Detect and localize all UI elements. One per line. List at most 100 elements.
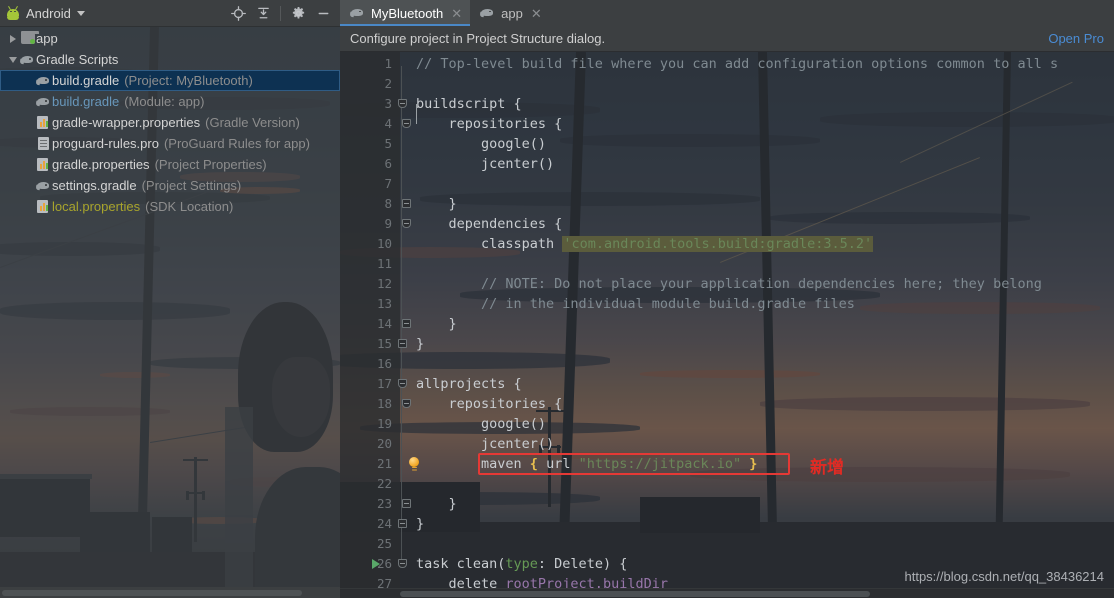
code-line-14[interactable]: }: [416, 314, 457, 334]
notification-message: Configure project in Project Structure d…: [350, 31, 605, 46]
code-line-3[interactable]: buildscript {: [416, 94, 522, 114]
editor-gutter[interactable]: 1234567891011121314151617181920212223242…: [340, 52, 400, 598]
fold-marker-line-8[interactable]: [402, 199, 411, 208]
editor-area: MyBluetooth✕app✕ Configure project in Pr…: [340, 0, 1114, 598]
code-token: google(): [416, 136, 546, 152]
code-line-1[interactable]: // Top-level build file where you can ad…: [416, 54, 1058, 74]
line-number: 26: [348, 554, 392, 574]
tree-item-gradle-scripts[interactable]: Gradle Scripts: [0, 49, 340, 70]
project-view-label: Android: [26, 6, 71, 21]
close-icon[interactable]: ✕: [531, 7, 542, 20]
code-editor[interactable]: 1234567891011121314151617181920212223242…: [340, 52, 1114, 598]
code-line-23[interactable]: }: [416, 494, 457, 514]
scrollbar-thumb[interactable]: [2, 590, 302, 596]
code-line-21[interactable]: maven { url "https://jitpack.io" }: [416, 454, 757, 474]
editor-tab-app[interactable]: app✕: [470, 0, 550, 26]
fold-marker-line-4[interactable]: [402, 119, 411, 128]
gear-icon[interactable]: [287, 2, 309, 24]
notification-bar: Configure project in Project Structure d…: [340, 26, 1114, 52]
code-line-6[interactable]: jcenter(): [416, 154, 554, 174]
tree-item-build-gradle[interactable]: build.gradle(Project: MyBluetooth): [0, 70, 340, 91]
open-project-structure-link[interactable]: Open Pro: [1048, 31, 1104, 46]
line-number: 17: [348, 374, 392, 394]
code-line-13[interactable]: // in the individual module build.gradle…: [416, 294, 855, 314]
code-token: google(): [416, 416, 546, 432]
fold-markers-column[interactable]: [400, 52, 416, 598]
code-line-9[interactable]: dependencies {: [416, 214, 562, 234]
run-task-icon[interactable]: [372, 559, 380, 569]
fold-marker-line-26[interactable]: [398, 559, 407, 568]
line-number: 25: [348, 534, 392, 554]
code-token: }: [416, 316, 457, 332]
text-file-icon: [35, 137, 52, 150]
tree-item-gradle-wrapper-properties[interactable]: gradle-wrapper.properties(Gradle Version…: [0, 112, 340, 133]
chevron-down-icon[interactable]: [77, 11, 85, 16]
tree-item-label: app: [36, 31, 58, 46]
editor-tab-mybluetooth[interactable]: MyBluetooth ✕: [340, 0, 470, 26]
tree-item-build-gradle[interactable]: build.gradle(Module: app): [0, 91, 340, 112]
code-line-19[interactable]: google(): [416, 414, 546, 434]
line-number: 22: [348, 474, 392, 494]
tree-item-app[interactable]: app: [0, 28, 340, 49]
intention-bulb-icon[interactable]: [408, 457, 420, 471]
code-line-4[interactable]: repositories {: [416, 114, 562, 134]
editor-tab-bar[interactable]: MyBluetooth✕app✕: [340, 0, 1114, 26]
tree-item-label: proguard-rules.pro: [52, 136, 159, 151]
code-token: url: [538, 456, 579, 472]
project-panel: Android: [0, 0, 340, 598]
code-line-26[interactable]: task clean(type: Delete) {: [416, 554, 627, 574]
gradle-icon: [350, 6, 365, 21]
code-line-24[interactable]: }: [416, 514, 424, 534]
line-number: 2: [348, 74, 392, 94]
fold-marker-line-18[interactable]: [402, 399, 411, 408]
fold-marker-line-23[interactable]: [402, 499, 411, 508]
line-number: 4: [348, 114, 392, 134]
code-line-17[interactable]: allprojects {: [416, 374, 522, 394]
tree-item-gradle-properties[interactable]: gradle.properties(Project Properties): [0, 154, 340, 175]
line-number: 3: [348, 94, 392, 114]
code-line-5[interactable]: google(): [416, 134, 546, 154]
chevron-right-icon[interactable]: [6, 35, 19, 43]
sidebar-horizontal-scrollbar[interactable]: [0, 587, 340, 598]
tree-item-local-properties[interactable]: local.properties(SDK Location): [0, 196, 340, 217]
line-number: 9: [348, 214, 392, 234]
tree-item-subtitle: (SDK Location): [145, 199, 233, 214]
code-token: // NOTE: Do not place your application d…: [416, 276, 1042, 292]
collapse-all-icon[interactable]: [252, 2, 274, 24]
code-token: : Delete) {: [538, 556, 627, 572]
fold-marker-line-9[interactable]: [402, 219, 411, 228]
project-view-selector[interactable]: Android: [6, 6, 85, 21]
tree-item-proguard-rules-pro[interactable]: proguard-rules.pro(ProGuard Rules for ap…: [0, 133, 340, 154]
editor-horizontal-scrollbar[interactable]: [340, 588, 1114, 598]
scrollbar-thumb[interactable]: [400, 591, 870, 597]
tree-item-subtitle: (Gradle Version): [205, 115, 300, 130]
project-tree[interactable]: app Gradle Scriptsbuild.gradle(Project: M…: [0, 27, 340, 217]
code-line-20[interactable]: jcenter(): [416, 434, 554, 454]
code-line-8[interactable]: }: [416, 194, 457, 214]
fold-marker-line-3[interactable]: [398, 99, 407, 108]
tree-item-label: build.gradle: [52, 73, 119, 88]
minimize-icon[interactable]: [312, 2, 334, 24]
chevron-down-icon[interactable]: [6, 57, 19, 63]
locate-icon[interactable]: [227, 2, 249, 24]
fold-marker-line-17[interactable]: [398, 379, 407, 388]
line-number: 24: [348, 514, 392, 534]
code-line-10[interactable]: classpath 'com.android.tools.build:gradl…: [416, 234, 873, 254]
tree-item-settings-gradle[interactable]: settings.gradle(Project Settings): [0, 175, 340, 196]
code-line-18[interactable]: repositories {: [416, 394, 562, 414]
fold-marker-line-24[interactable]: [398, 519, 407, 528]
watermark: https://blog.csdn.net/qq_38436214: [905, 569, 1105, 584]
tree-item-label: settings.gradle: [52, 178, 137, 193]
code-line-12[interactable]: // NOTE: Do not place your application d…: [416, 274, 1042, 294]
line-number: 1: [348, 54, 392, 74]
fold-marker-line-14[interactable]: [402, 319, 411, 328]
line-number: 10: [348, 234, 392, 254]
code-line-15[interactable]: }: [416, 334, 424, 354]
fold-marker-line-15[interactable]: [398, 339, 407, 348]
close-icon[interactable]: ✕: [451, 7, 462, 20]
code-token: maven: [416, 456, 530, 472]
line-number: 21: [348, 454, 392, 474]
project-panel-toolbar: [227, 2, 334, 24]
editor-tab-label: MyBluetooth: [371, 6, 443, 21]
properties-icon: [35, 158, 52, 171]
